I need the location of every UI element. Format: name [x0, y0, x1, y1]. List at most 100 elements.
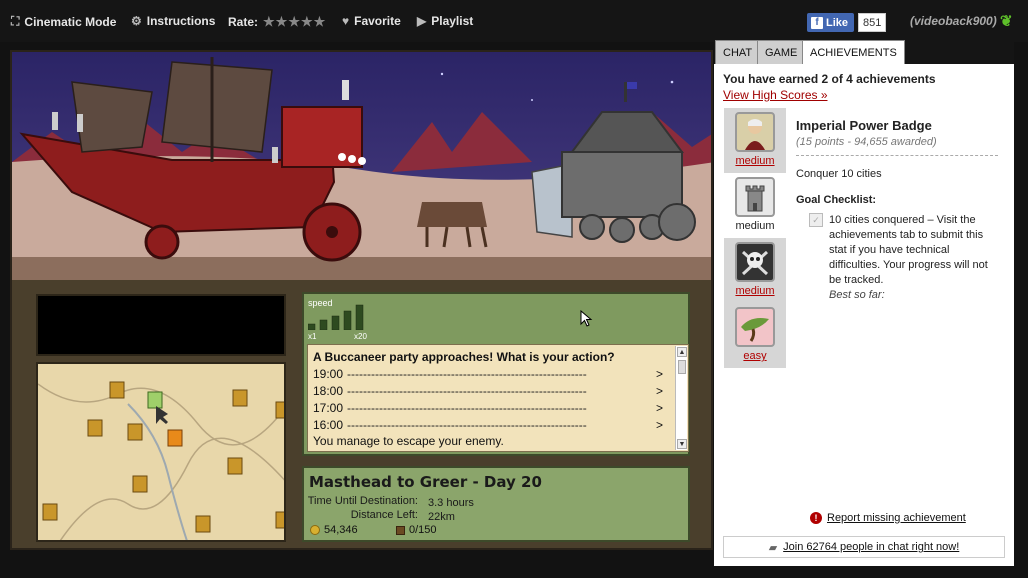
achievements-sidebar: CHAT GAME ACHIEVEMENTS You have earned 2…	[714, 38, 1014, 566]
event-arrow: >	[655, 418, 663, 432]
achievement-description: Conquer 10 cities	[796, 168, 882, 180]
rating-widget: Rate: ★★★★★	[228, 14, 326, 30]
distance-value: 22km	[428, 511, 455, 523]
achievement-level: easy	[743, 350, 767, 362]
earned-summary: You have earned 2 of 4 achievements	[723, 72, 936, 86]
speed-slider[interactable]	[308, 302, 368, 330]
rate-label: Rate:	[228, 15, 259, 29]
sidebar-tabs: CHAT GAME ACHIEVEMENTS	[714, 38, 1014, 64]
coin-icon	[310, 525, 320, 535]
gold-counter: 54,346	[310, 524, 358, 536]
report-label: Report missing achievement	[827, 512, 966, 524]
world-map[interactable]	[36, 362, 286, 542]
scroll-up-icon[interactable]: ▲	[677, 347, 687, 357]
gear-icon: ⚙	[131, 14, 142, 28]
screen: ⛶ Cinematic Mode ⚙ Instructions Rate: ★★…	[0, 0, 1028, 578]
mouse-cursor-icon	[580, 310, 593, 327]
scroll-down-icon[interactable]: ▼	[677, 439, 687, 449]
leaf-icon[interactable]: ❦	[1000, 12, 1013, 30]
achievement-title: Imperial Power Badge	[796, 118, 932, 133]
gold-value: 54,346	[324, 524, 358, 536]
warning-icon: !	[810, 512, 822, 524]
best-so-far: Best so far:	[829, 289, 885, 301]
top-toolbar: ⛶ Cinematic Mode ⚙ Instructions Rate: ★★…	[0, 0, 1028, 42]
detail-divider	[796, 155, 998, 156]
map-drawing	[38, 381, 284, 540]
report-missing-link[interactable]: ! Report missing achievement	[810, 512, 966, 524]
playlist-label: Playlist	[431, 14, 474, 28]
achievement-subtitle: (15 points - 94,655 awarded)	[796, 136, 937, 148]
facebook-like-count: 851	[858, 13, 887, 32]
achievement-level: medium	[735, 155, 775, 167]
event-dashes: ----------------------------------------…	[347, 418, 587, 432]
achievement-item[interactable]: easy	[724, 303, 786, 368]
tower-icon	[735, 177, 775, 217]
instructions-label: Instructions	[146, 14, 216, 28]
warrior-badge-icon	[735, 112, 775, 152]
event-row[interactable]: 18:00 ----------------------------------…	[313, 384, 663, 398]
play-icon: ▶	[417, 14, 427, 28]
bonsai-tree-icon	[735, 307, 775, 347]
time-value: 3.3 hours	[428, 497, 474, 509]
tab-game[interactable]: GAME	[757, 40, 806, 64]
distance-label: Distance Left:	[350, 509, 418, 521]
achievement-item[interactable]: medium	[724, 108, 786, 173]
time-label: Time Until Destination:	[307, 495, 418, 507]
expand-icon: ⛶	[11, 14, 20, 28]
portrait-box	[36, 294, 286, 356]
event-time: 19:00	[313, 367, 344, 381]
event-message: You manage to escape your enemy.	[313, 434, 504, 448]
achievement-item[interactable]: medium	[724, 238, 786, 303]
event-title: A Buccaneer party approaches! What is yo…	[313, 350, 615, 364]
event-dashes: ----------------------------------------…	[347, 401, 587, 415]
view-high-scores-link[interactable]: View High Scores »	[723, 88, 828, 102]
goal-checklist-text: 10 cities conquered – Visit the achievem…	[829, 214, 988, 286]
event-time: 16:00	[313, 418, 344, 432]
game-canvas[interactable]: speed x1 x20 A Buccaneer party approache…	[10, 50, 713, 550]
instructions-button[interactable]: ⚙ Instructions	[131, 14, 215, 28]
rating-stars[interactable]: ★★★★★	[263, 14, 326, 30]
facebook-like-button[interactable]: f Like	[807, 13, 855, 32]
event-arrow: >	[655, 384, 663, 398]
event-panel: speed x1 x20 A Buccaneer party approache…	[302, 292, 690, 456]
achievement-item[interactable]: medium	[724, 173, 786, 238]
join-chat-bar[interactable]: ▰ Join 62764 people in chat right now!	[723, 536, 1005, 558]
crate-icon	[396, 525, 405, 535]
goal-checklist-heading: Goal Checklist:	[796, 194, 877, 206]
event-row[interactable]: 19:00 ----------------------------------…	[313, 367, 663, 381]
cargo-counter: 0/150	[396, 524, 437, 536]
cinematic-mode-label: Cinematic Mode	[24, 14, 117, 29]
speed-min-label: x1	[308, 332, 317, 341]
achievement-level: medium	[735, 285, 775, 297]
username-link[interactable]: (videoback900)	[910, 14, 997, 28]
join-chat-label: Join 62764 people in chat right now!	[783, 541, 960, 553]
goal-checkbox[interactable]: ✓	[809, 213, 823, 227]
playlist-button[interactable]: ▶ Playlist	[417, 14, 473, 28]
favorite-button[interactable]: ♥ Favorite	[342, 14, 401, 28]
cinematic-mode-button[interactable]: ⛶ Cinematic Mode	[11, 14, 116, 29]
event-arrow: >	[655, 367, 663, 381]
event-scrollbar[interactable]: ▲ ▼	[675, 346, 687, 450]
achievement-level: medium	[735, 220, 775, 232]
tab-achievements[interactable]: ACHIEVEMENTS	[802, 40, 905, 64]
tab-chat[interactable]: CHAT	[715, 40, 761, 64]
speed-max-label: x20	[354, 332, 367, 341]
event-row[interactable]: 17:00 ----------------------------------…	[313, 401, 663, 415]
route-title: Masthead to Greer - Day 20	[309, 473, 542, 491]
event-time: 17:00	[313, 401, 344, 415]
event-row[interactable]: 16:00 ----------------------------------…	[313, 418, 663, 432]
facebook-like-label: Like	[826, 16, 849, 29]
facebook-like-widget: f Like 851	[807, 13, 887, 32]
scroll-thumb[interactable]	[678, 360, 686, 374]
achievement-list: medium medium medium easy	[724, 108, 786, 368]
favorite-label: Favorite	[354, 14, 401, 28]
chat-bubble-icon: ▰	[768, 541, 778, 554]
cargo-value: 0/150	[409, 524, 437, 536]
event-time: 18:00	[313, 384, 344, 398]
skull-crossbones-icon	[735, 242, 775, 282]
event-dashes: ----------------------------------------…	[347, 384, 587, 398]
route-panel: Masthead to Greer - Day 20 Time Until De…	[302, 466, 690, 542]
battle-scene	[12, 52, 711, 280]
facebook-icon: f	[811, 16, 823, 29]
heart-icon: ♥	[342, 14, 350, 28]
